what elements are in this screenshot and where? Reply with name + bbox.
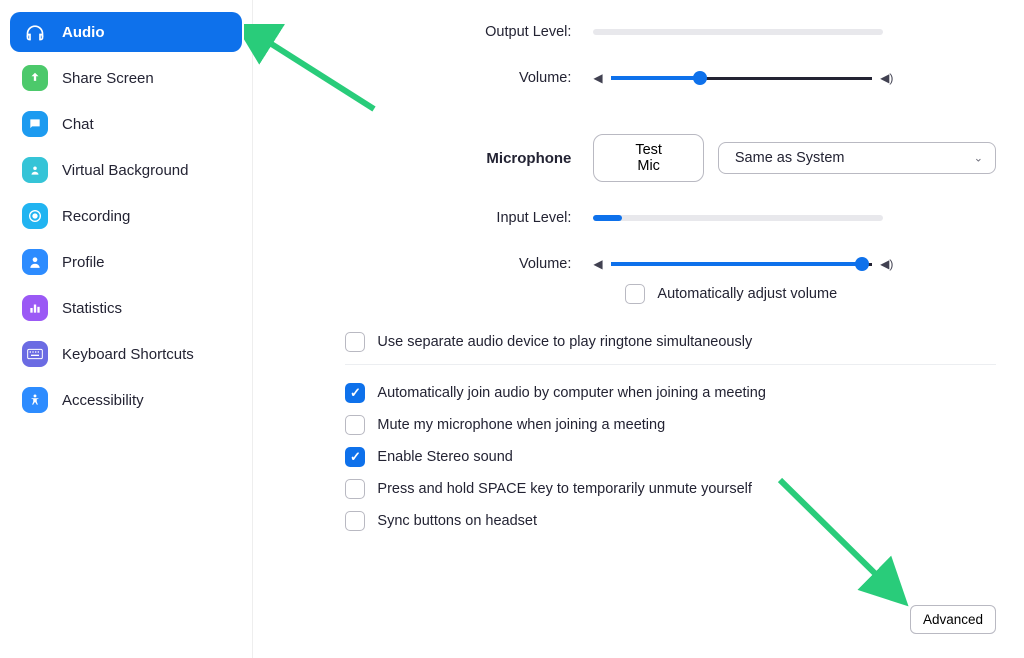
sync-headset-label: Sync buttons on headset [377,513,537,529]
ringtone-label: Use separate audio device to play ringto… [377,334,752,350]
settings-sidebar: Audio Share Screen Chat Virtual Backgrou… [0,0,253,658]
keyboard-icon [22,341,48,367]
audio-settings-panel: Output Level: Volume: ◀ ◀) Microphone Te… [253,0,1024,658]
advanced-button[interactable]: Advanced [910,605,996,634]
output-level-label: Output Level: [253,24,593,40]
input-level-meter [593,215,883,221]
separator [345,364,996,365]
mic-volume-slider[interactable]: ◀ ◀) [593,257,893,271]
sidebar-item-label: Virtual Background [62,162,188,179]
space-unmute-checkbox[interactable] [345,479,365,499]
sidebar-item-label: Keyboard Shortcuts [62,346,194,363]
sidebar-item-statistics[interactable]: Statistics [10,288,242,328]
sidebar-item-label: Chat [62,116,94,133]
auto-adjust-checkbox[interactable] [625,284,645,304]
output-volume-slider[interactable]: ◀ ◀) [593,71,893,85]
auto-join-checkbox[interactable]: ✓ [345,383,365,403]
volume-high-icon: ◀) [880,71,893,85]
auto-join-label: Automatically join audio by computer whe… [377,385,766,401]
mic-device-select[interactable]: Same as System ⌄ [718,142,996,174]
stereo-checkbox[interactable]: ✓ [345,447,365,467]
volume-low-icon: ◀ [593,257,602,271]
accessibility-icon [22,387,48,413]
chat-icon [22,111,48,137]
sidebar-item-share-screen[interactable]: Share Screen [10,58,242,98]
mute-join-label: Mute my microphone when joining a meetin… [377,417,665,433]
sidebar-item-profile[interactable]: Profile [10,242,242,282]
profile-icon [22,249,48,275]
test-mic-button[interactable]: Test Mic [593,134,703,182]
sidebar-item-chat[interactable]: Chat [10,104,242,144]
virtual-background-icon [22,157,48,183]
headphones-icon [22,19,48,45]
microphone-section-label: Microphone [253,150,593,167]
sidebar-item-recording[interactable]: Recording [10,196,242,236]
sidebar-item-label: Share Screen [62,70,154,87]
ringtone-checkbox[interactable] [345,332,365,352]
sidebar-item-label: Accessibility [62,392,144,409]
sidebar-item-label: Profile [62,254,105,271]
sidebar-item-label: Audio [62,24,105,41]
chevron-down-icon: ⌄ [974,152,983,165]
mute-join-checkbox[interactable] [345,415,365,435]
space-unmute-label: Press and hold SPACE key to temporarily … [377,481,752,497]
statistics-icon [22,295,48,321]
mic-volume-label: Volume: [253,256,593,272]
sidebar-item-label: Recording [62,208,130,225]
mic-device-selected: Same as System [735,150,845,166]
volume-low-icon: ◀ [593,71,602,85]
sidebar-item-keyboard-shortcuts[interactable]: Keyboard Shortcuts [10,334,242,374]
sidebar-item-accessibility[interactable]: Accessibility [10,380,242,420]
input-level-label: Input Level: [253,210,593,226]
auto-adjust-label: Automatically adjust volume [657,286,837,302]
share-screen-icon [22,65,48,91]
sidebar-item-label: Statistics [62,300,122,317]
stereo-label: Enable Stereo sound [377,449,512,465]
volume-high-icon: ◀) [880,257,893,271]
sidebar-item-audio[interactable]: Audio [10,12,242,52]
output-level-meter [593,29,883,35]
recording-icon [22,203,48,229]
output-volume-label: Volume: [253,70,593,86]
sidebar-item-virtual-background[interactable]: Virtual Background [10,150,242,190]
sync-headset-checkbox[interactable] [345,511,365,531]
